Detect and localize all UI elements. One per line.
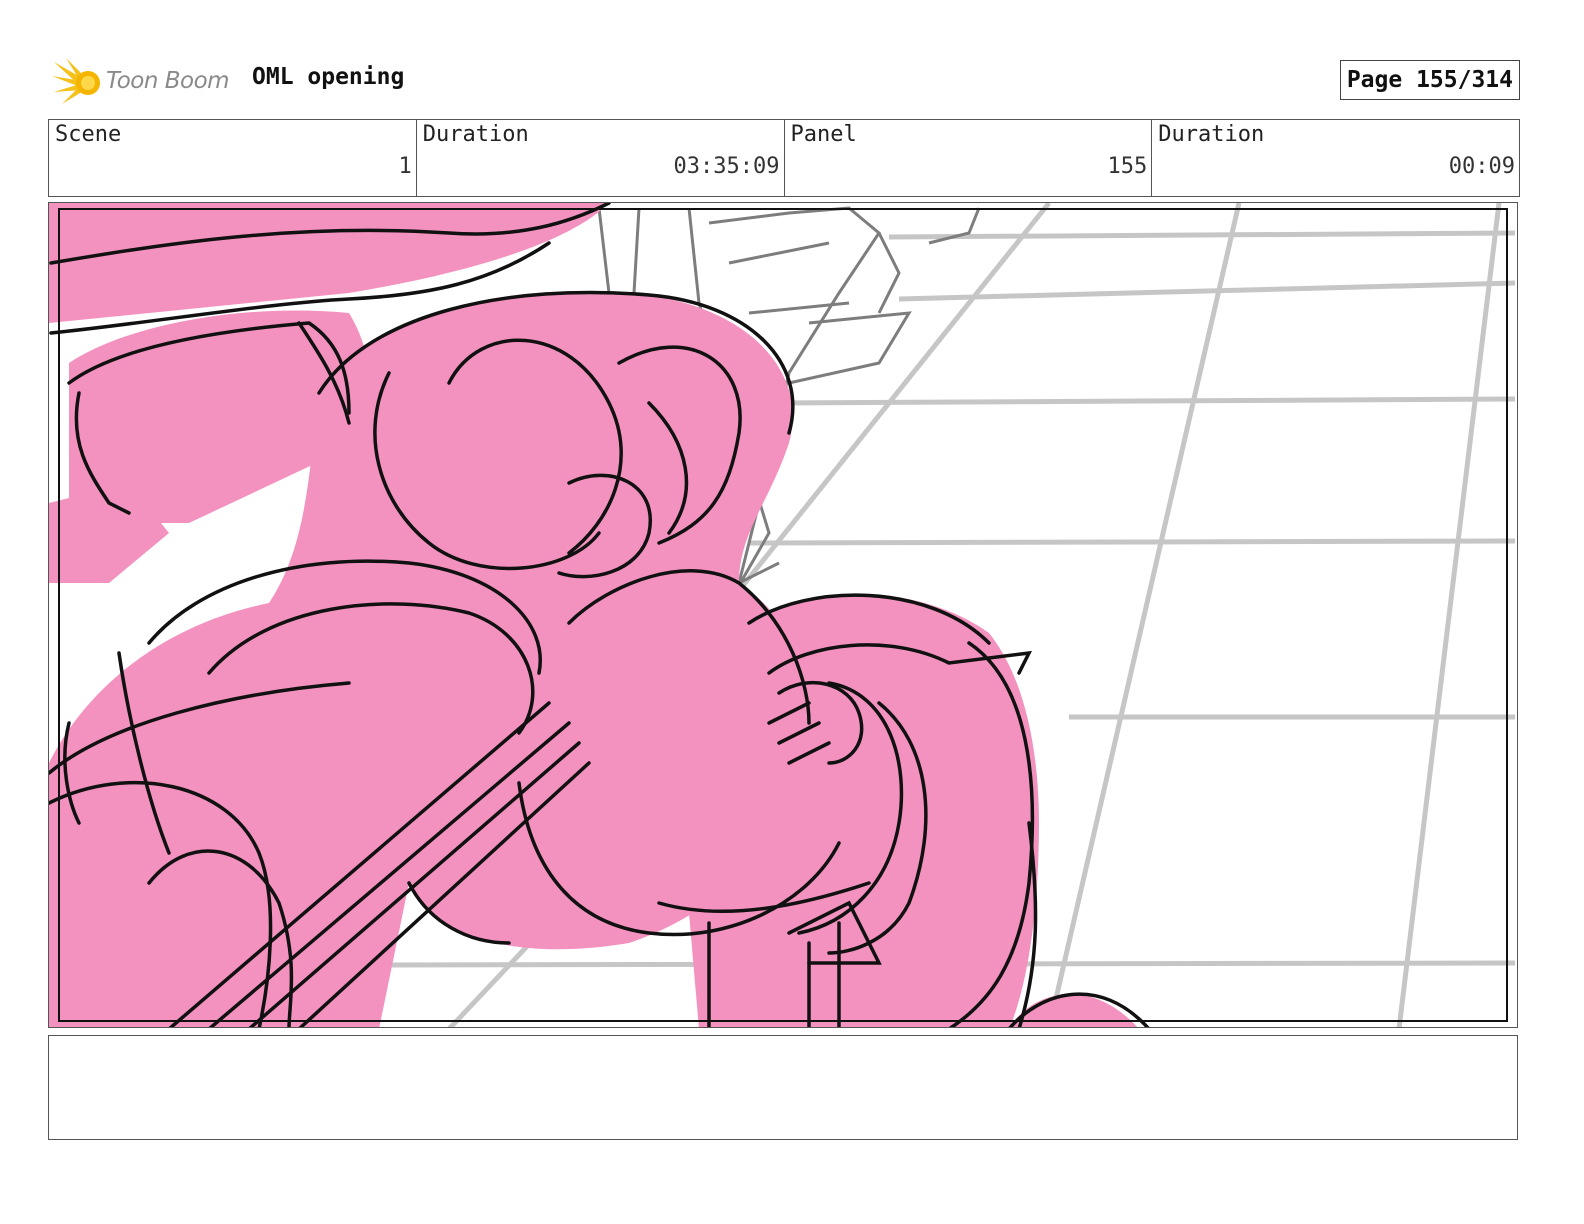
panel-duration-value: 00:09 [1448,154,1515,179]
storyboard-panel [48,202,1518,1028]
panel-cell: Panel 155 [785,120,1153,196]
scene-duration-cell: Duration 03:35:09 [417,120,785,196]
scene-label: Scene [55,122,122,147]
scene-cell: Scene 1 [49,120,417,196]
panel-value: 155 [1107,154,1148,179]
document-title: OML opening [252,64,405,90]
scene-duration-label: Duration [422,122,529,147]
scene-duration-value: 03:35:09 [673,154,780,179]
page-number: Page 155/314 [1339,60,1520,100]
panel-label: Panel [790,122,857,147]
panel-duration-cell: Duration 00:09 [1152,120,1519,196]
panel-duration-label: Duration [1158,122,1265,147]
scene-value: 1 [398,154,412,179]
panel-sketch [49,203,1516,1027]
panel-notes [48,1035,1518,1140]
scene-info-table: Scene 1 Duration 03:35:09 Panel 155 Dura… [48,119,1520,197]
page-header: Toon Boom OML opening Page 155/314 [48,52,1520,108]
character-fill [49,203,1138,1027]
logo-text: Toon Boom [106,68,230,94]
sunburst-icon [52,58,100,104]
toon-boom-logo: Toon Boom [52,56,252,108]
